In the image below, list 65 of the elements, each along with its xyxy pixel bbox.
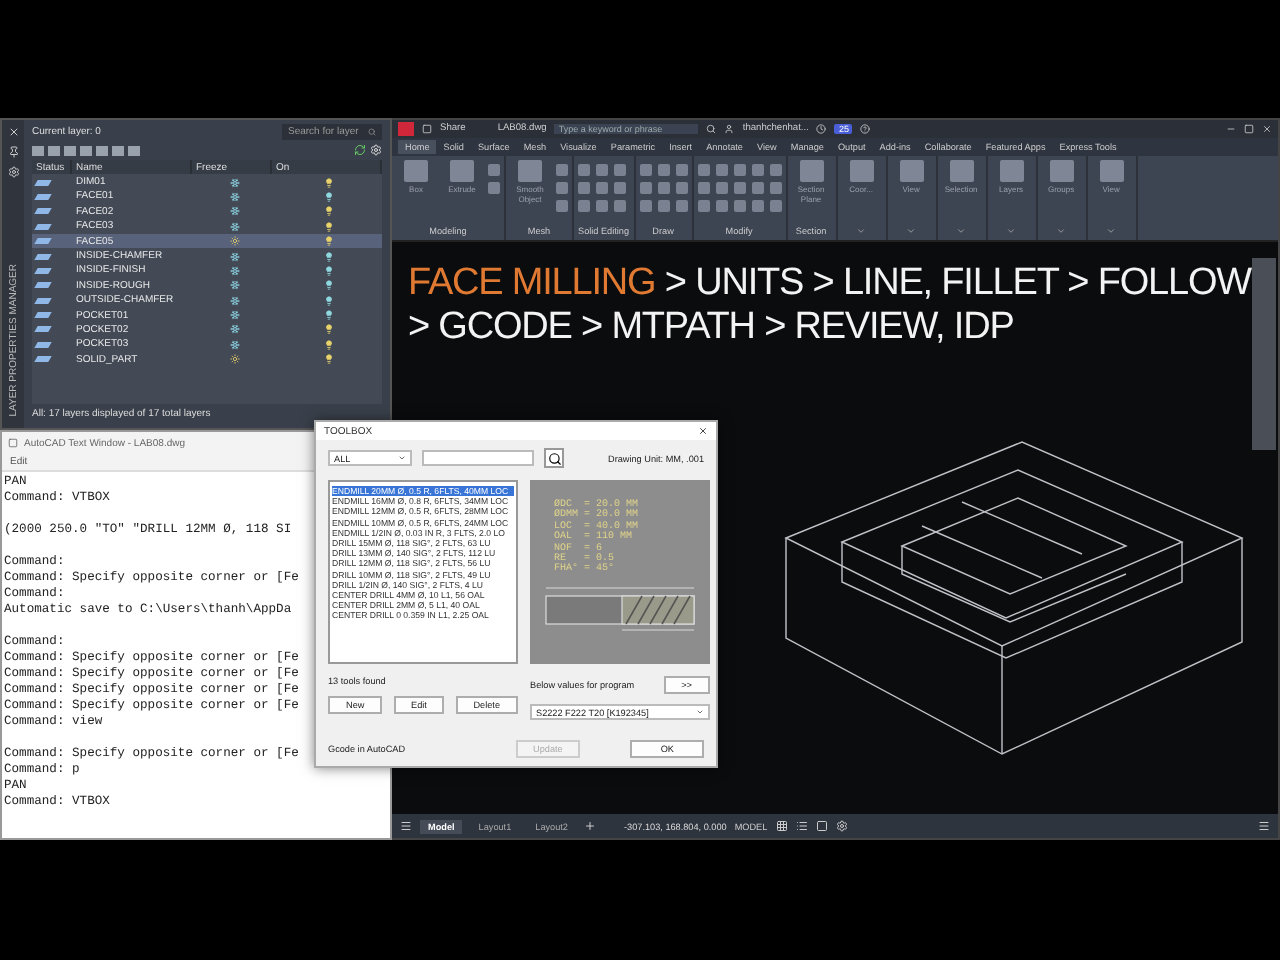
menu-icon[interactable] — [400, 820, 412, 832]
sun-icon[interactable] — [229, 236, 239, 247]
snowflake-icon[interactable] — [229, 324, 239, 335]
snowflake-icon[interactable] — [229, 177, 239, 188]
caret-icon[interactable] — [1106, 226, 1117, 236]
grid-icon[interactable] — [775, 820, 788, 832]
search-icon[interactable] — [706, 124, 717, 134]
settings-icon[interactable] — [7, 166, 19, 178]
lightbulb-icon[interactable] — [324, 354, 334, 365]
settings-icon[interactable] — [835, 820, 848, 832]
tool-icon[interactable] — [1099, 160, 1124, 182]
lightbulb-icon[interactable] — [324, 280, 334, 291]
layer-row-status[interactable] — [32, 233, 72, 249]
lightbulb-icon[interactable] — [324, 221, 334, 232]
user-icon[interactable] — [724, 124, 735, 134]
customize-icon[interactable] — [1258, 820, 1270, 832]
snowflake-icon[interactable] — [229, 265, 239, 276]
sun-icon[interactable] — [229, 354, 239, 365]
tool-icon[interactable] — [799, 160, 824, 182]
lightbulb-icon[interactable] — [324, 251, 334, 262]
snowflake-icon[interactable] — [229, 339, 239, 350]
caret-icon[interactable] — [906, 226, 917, 236]
lightbulb-icon[interactable] — [324, 295, 334, 306]
snowflake-icon[interactable] — [229, 206, 239, 217]
minimize-icon[interactable] — [1226, 124, 1236, 134]
list-icon[interactable] — [795, 820, 808, 832]
search-icon[interactable] — [368, 128, 376, 136]
caret-icon[interactable] — [956, 226, 967, 236]
lightbulb-icon[interactable] — [324, 339, 334, 350]
on-cell[interactable] — [272, 233, 382, 249]
tool-icon[interactable] — [949, 160, 974, 182]
search-input[interactable] — [422, 450, 534, 466]
refresh-icon[interactable] — [354, 144, 366, 156]
lightbulb-icon[interactable] — [324, 236, 334, 247]
lightbulb-icon[interactable] — [324, 324, 334, 335]
snowflake-icon[interactable] — [229, 221, 239, 232]
caret-icon[interactable] — [856, 226, 867, 236]
clock-icon[interactable] — [816, 124, 827, 134]
snowflake-icon[interactable] — [229, 191, 239, 202]
caret-icon[interactable] — [1006, 226, 1017, 236]
settings-icon[interactable] — [370, 144, 382, 156]
square-icon[interactable] — [815, 820, 828, 832]
maximize-icon[interactable] — [1244, 124, 1254, 134]
tool-icon[interactable] — [849, 160, 874, 182]
snowflake-icon[interactable] — [229, 280, 239, 291]
tool-icon[interactable] — [899, 160, 924, 182]
snowflake-icon[interactable] — [229, 310, 239, 321]
headline-text: FACE MILLING > UNITS > LINE, FILLET > FOLLOW — [408, 262, 1254, 306]
lightbulb-icon[interactable] — [324, 177, 334, 188]
caret-icon[interactable] — [1056, 226, 1067, 236]
lightbulb-icon[interactable] — [324, 310, 334, 321]
snowflake-icon[interactable] — [229, 251, 239, 262]
window-icon — [8, 438, 18, 448]
lightbulb-icon[interactable] — [324, 265, 334, 276]
lightbulb-icon[interactable] — [324, 191, 334, 202]
snowflake-icon[interactable] — [229, 295, 239, 306]
pin-icon[interactable] — [7, 146, 19, 158]
headline-text: > GCODE > MTPATH > REVIEW, IDP — [408, 306, 1016, 350]
add-icon[interactable] — [584, 820, 596, 832]
search-button[interactable] — [544, 448, 564, 468]
tool-icon[interactable] — [1049, 160, 1074, 182]
search-icon — [547, 451, 561, 465]
lightbulb-icon[interactable] — [324, 206, 334, 217]
help-icon[interactable] — [860, 124, 871, 134]
tool-icon[interactable] — [999, 160, 1024, 182]
